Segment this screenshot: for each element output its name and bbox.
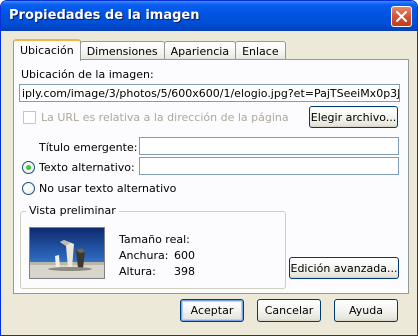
alt-text-input[interactable]	[139, 157, 399, 175]
tab-dimensiones[interactable]: Dimensiones	[79, 41, 165, 60]
choose-file-button[interactable]: Elegir archivo...	[309, 106, 398, 128]
title-bar[interactable]: Propiedades de la imagen	[1, 1, 417, 31]
tab-strip: Ubicación Dimensiones Apariencia Enlace	[13, 39, 286, 61]
tab-apariencia[interactable]: Apariencia	[163, 41, 237, 60]
dialog-window: Propiedades de la imagen Ubicación Dimen…	[0, 0, 418, 336]
preview-image	[30, 228, 104, 278]
choose-file-label: Elegir archivo...	[310, 110, 397, 124]
height-label: Altura:	[119, 265, 156, 278]
image-url-input[interactable]: iply.com/image/3/photos/5/600x600/1/elog…	[19, 84, 400, 102]
relative-url-label: La URL es relativa a la dirección de la …	[41, 111, 289, 124]
alt-text-label: Texto alternativo:	[39, 161, 135, 174]
cancel-button[interactable]: Cancelar	[257, 299, 321, 322]
close-icon	[396, 11, 407, 22]
tab-ubicacion[interactable]: Ubicación	[13, 39, 81, 61]
no-alt-text-label: No usar texto alternativo	[39, 182, 177, 195]
advanced-edit-label: Edición avanzada...	[290, 261, 398, 275]
image-url-label: Ubicación de la imagen:	[21, 68, 154, 81]
close-button[interactable]	[391, 6, 412, 27]
relative-url-checkbox[interactable]	[23, 111, 36, 124]
tooltip-title-input[interactable]	[139, 137, 399, 155]
alt-text-radio[interactable]	[22, 161, 35, 174]
accept-label: Aceptar	[190, 304, 234, 317]
tooltip-title-label: Título emergente:	[39, 141, 138, 154]
advanced-edit-button[interactable]: Edición avanzada...	[289, 257, 399, 279]
accept-button[interactable]: Aceptar	[180, 299, 244, 322]
tab-label: Enlace	[242, 44, 279, 58]
image-preview	[29, 227, 105, 279]
width-label: Anchura:	[119, 249, 169, 262]
help-label: Ayuda	[349, 304, 383, 317]
height-value: 398	[174, 265, 195, 278]
tab-label: Ubicación	[20, 44, 74, 57]
preview-group-title: Vista preliminar	[26, 204, 119, 217]
tab-label: Apariencia	[170, 44, 230, 58]
width-value: 600	[174, 249, 195, 262]
tab-enlace[interactable]: Enlace	[235, 41, 286, 60]
real-size-label: Tamaño real:	[119, 233, 190, 246]
cancel-label: Cancelar	[264, 304, 314, 317]
help-button[interactable]: Ayuda	[334, 299, 398, 322]
no-alt-text-radio[interactable]	[22, 182, 35, 195]
tab-label: Dimensiones	[86, 44, 158, 58]
radio-selected-dot	[26, 165, 31, 170]
window-title: Propiedades de la imagen	[9, 8, 200, 23]
